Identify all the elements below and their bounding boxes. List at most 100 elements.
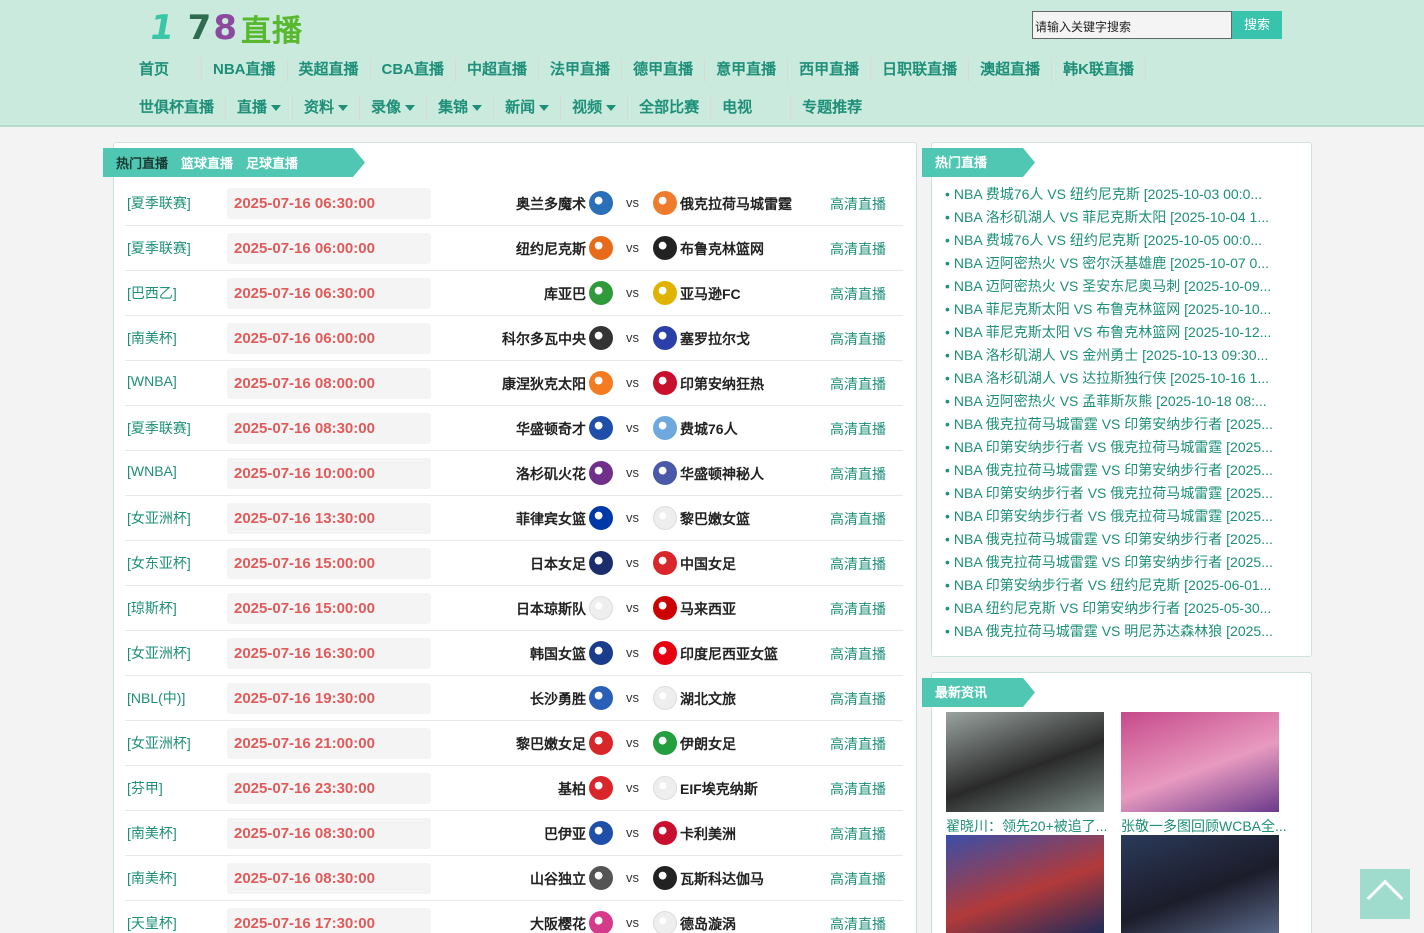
news-thumbnail[interactable] <box>1121 712 1279 812</box>
hd-live-link[interactable]: 高清直播 <box>830 419 886 439</box>
league-label[interactable]: [夏季联赛] <box>127 238 191 258</box>
hot-live-item[interactable]: • NBA 迈阿密热火 VS 密尔沃基雄鹿 [2025-10-07 0... <box>945 252 1285 275</box>
hot-live-item[interactable]: • NBA 菲尼克斯太阳 VS 布鲁克林篮网 [2025-10-10... <box>945 298 1285 321</box>
hot-live-item[interactable]: • NBA 洛杉矶湖人 VS 金州勇士 [2025-10-13 09:30... <box>945 344 1285 367</box>
nav-item[interactable]: 首页 <box>128 58 203 82</box>
away-team[interactable]: 俄克拉荷马城雷霆 <box>680 194 792 214</box>
away-team[interactable]: 华盛顿神秘人 <box>680 464 764 484</box>
away-team[interactable]: EIF埃克纳斯 <box>680 779 758 799</box>
nav-item[interactable]: 韩K联直播 <box>1052 58 1146 82</box>
tab-item[interactable]: 篮球直播 <box>181 153 233 172</box>
nav-item[interactable]: 世俱杯直播 <box>128 96 227 120</box>
league-label[interactable]: [天皇杯] <box>127 913 177 933</box>
site-logo[interactable]: 1 7 8 直播 <box>146 8 303 49</box>
nav-item[interactable]: 德甲直播 <box>622 58 706 82</box>
away-team[interactable]: 印第安纳狂热 <box>680 374 764 394</box>
nav-item[interactable]: 视频 <box>561 96 629 120</box>
home-team[interactable]: 康涅狄克太阳 <box>502 374 586 394</box>
away-team[interactable]: 卡利美洲 <box>680 824 736 844</box>
away-team[interactable]: 塞罗拉尔戈 <box>680 329 750 349</box>
hot-live-item[interactable]: • NBA 洛杉矶湖人 VS 达拉斯独行侠 [2025-10-16 1... <box>945 367 1285 390</box>
hot-live-item[interactable]: • NBA 印第安纳步行者 VS 俄克拉荷马城雷霆 [2025... <box>945 436 1285 459</box>
league-label[interactable]: [南美杯] <box>127 328 177 348</box>
nav-item[interactable]: 意甲直播 <box>705 58 789 82</box>
hot-live-item[interactable]: • NBA 洛杉矶湖人 VS 菲尼克斯太阳 [2025-10-04 1... <box>945 206 1285 229</box>
league-label[interactable]: [WNBA] <box>127 373 177 389</box>
home-team[interactable]: 库亚巴 <box>544 284 586 304</box>
nav-item[interactable]: 集锦 <box>427 96 495 120</box>
league-label[interactable]: [女东亚杯] <box>127 553 191 573</box>
hot-live-item[interactable]: • NBA 印第安纳步行者 VS 俄克拉荷马城雷霆 [2025... <box>945 482 1285 505</box>
hd-live-link[interactable]: 高清直播 <box>830 824 886 844</box>
nav-item[interactable]: 专题推荐 <box>791 96 873 120</box>
league-label[interactable]: [夏季联赛] <box>127 193 191 213</box>
hd-live-link[interactable]: 高清直播 <box>830 509 886 529</box>
away-team[interactable]: 印度尼西亚女篮 <box>680 644 778 664</box>
away-team[interactable]: 瓦斯科达伽马 <box>680 869 764 889</box>
hd-live-link[interactable]: 高清直播 <box>830 239 886 259</box>
nav-item[interactable]: 全部比赛 <box>628 96 712 120</box>
home-team[interactable]: 巴伊亚 <box>544 824 586 844</box>
hot-live-item[interactable]: • NBA 印第安纳步行者 VS 俄克拉荷马城雷霆 [2025... <box>945 505 1285 528</box>
home-team[interactable]: 日本女足 <box>530 554 586 574</box>
league-label[interactable]: [芬甲] <box>127 778 163 798</box>
home-team[interactable]: 山谷独立 <box>530 869 586 889</box>
hd-live-link[interactable]: 高清直播 <box>830 914 886 933</box>
away-team[interactable]: 中国女足 <box>680 554 736 574</box>
hot-live-item[interactable]: • NBA 费城76人 VS 纽约尼克斯 [2025-10-03 00:0... <box>945 183 1285 206</box>
nav-item[interactable]: NBA直播 <box>202 58 288 82</box>
league-label[interactable]: [夏季联赛] <box>127 418 191 438</box>
home-team[interactable]: 日本琼斯队 <box>516 599 586 619</box>
away-team[interactable]: 湖北文旅 <box>680 689 736 709</box>
nav-item[interactable]: 新闻 <box>494 96 562 120</box>
hd-live-link[interactable]: 高清直播 <box>830 689 886 709</box>
search-input[interactable]: 请输入关键字搜索 <box>1032 11 1232 39</box>
hot-live-item[interactable]: • NBA 俄克拉荷马城雷霆 VS 印第安纳步行者 [2025... <box>945 459 1285 482</box>
home-team[interactable]: 韩国女篮 <box>530 644 586 664</box>
home-team[interactable]: 基柏 <box>558 779 586 799</box>
nav-item[interactable]: 英超直播 <box>288 58 371 82</box>
league-label[interactable]: [女亚洲杯] <box>127 643 191 663</box>
hd-live-link[interactable]: 高清直播 <box>830 374 886 394</box>
home-team[interactable]: 奥兰多魔术 <box>516 194 586 214</box>
hd-live-link[interactable]: 高清直播 <box>830 464 886 484</box>
hot-live-item[interactable]: • NBA 俄克拉荷马城雷霆 VS 印第安纳步行者 [2025... <box>945 528 1285 551</box>
hd-live-link[interactable]: 高清直播 <box>830 734 886 754</box>
news-item[interactable] <box>1121 835 1279 933</box>
tab-item[interactable]: 热门直播 <box>116 153 168 172</box>
hot-live-item[interactable]: • NBA 俄克拉荷马城雷霆 VS 明尼苏达森林狼 [2025... <box>945 620 1285 643</box>
news-item[interactable] <box>946 835 1104 933</box>
league-label[interactable]: [NBL(中)] <box>127 688 185 708</box>
news-caption[interactable]: 翟晓川：领先20+被追了... <box>946 816 1114 836</box>
hot-live-item[interactable]: • NBA 费城76人 VS 纽约尼克斯 [2025-10-05 00:0... <box>945 229 1285 252</box>
hd-live-link[interactable]: 高清直播 <box>830 869 886 889</box>
league-label[interactable]: [WNBA] <box>127 463 177 479</box>
league-label[interactable]: [南美杯] <box>127 823 177 843</box>
nav-item[interactable]: 直播 <box>226 96 294 120</box>
away-team[interactable]: 亚马逊FC <box>680 284 741 304</box>
hd-live-link[interactable]: 高清直播 <box>830 194 886 214</box>
league-label[interactable]: [女亚洲杯] <box>127 508 191 528</box>
home-team[interactable]: 纽约尼克斯 <box>516 239 586 259</box>
hd-live-link[interactable]: 高清直播 <box>830 644 886 664</box>
hd-live-link[interactable]: 高清直播 <box>830 329 886 349</box>
news-thumbnail[interactable] <box>946 712 1104 812</box>
home-team[interactable]: 菲律宾女篮 <box>516 509 586 529</box>
nav-item[interactable]: CBA直播 <box>371 58 457 82</box>
search-button[interactable]: 搜索 <box>1232 11 1282 39</box>
tab-item[interactable]: 足球直播 <box>246 153 298 172</box>
home-team[interactable]: 大阪樱花 <box>530 914 586 933</box>
news-caption[interactable]: 张敬一多图回顾WCBA全... <box>1121 816 1289 836</box>
news-thumbnail[interactable] <box>946 835 1104 933</box>
away-team[interactable]: 马来西亚 <box>680 599 736 619</box>
away-team[interactable]: 德岛漩涡 <box>680 914 736 933</box>
news-thumbnail[interactable] <box>1121 835 1279 933</box>
hot-live-item[interactable]: • NBA 迈阿密热火 VS 圣安东尼奥马刺 [2025-10-09... <box>945 275 1285 298</box>
home-team[interactable]: 科尔多瓦中央 <box>502 329 586 349</box>
home-team[interactable]: 黎巴嫩女足 <box>516 734 586 754</box>
nav-item[interactable]: 法甲直播 <box>539 58 623 82</box>
hot-live-item[interactable]: • NBA 俄克拉荷马城雷霆 VS 印第安纳步行者 [2025... <box>945 551 1285 574</box>
league-label[interactable]: [女亚洲杯] <box>127 733 191 753</box>
nav-item[interactable]: 录像 <box>360 96 428 120</box>
hot-live-item[interactable]: • NBA 俄克拉荷马城雷霆 VS 印第安纳步行者 [2025... <box>945 413 1285 436</box>
